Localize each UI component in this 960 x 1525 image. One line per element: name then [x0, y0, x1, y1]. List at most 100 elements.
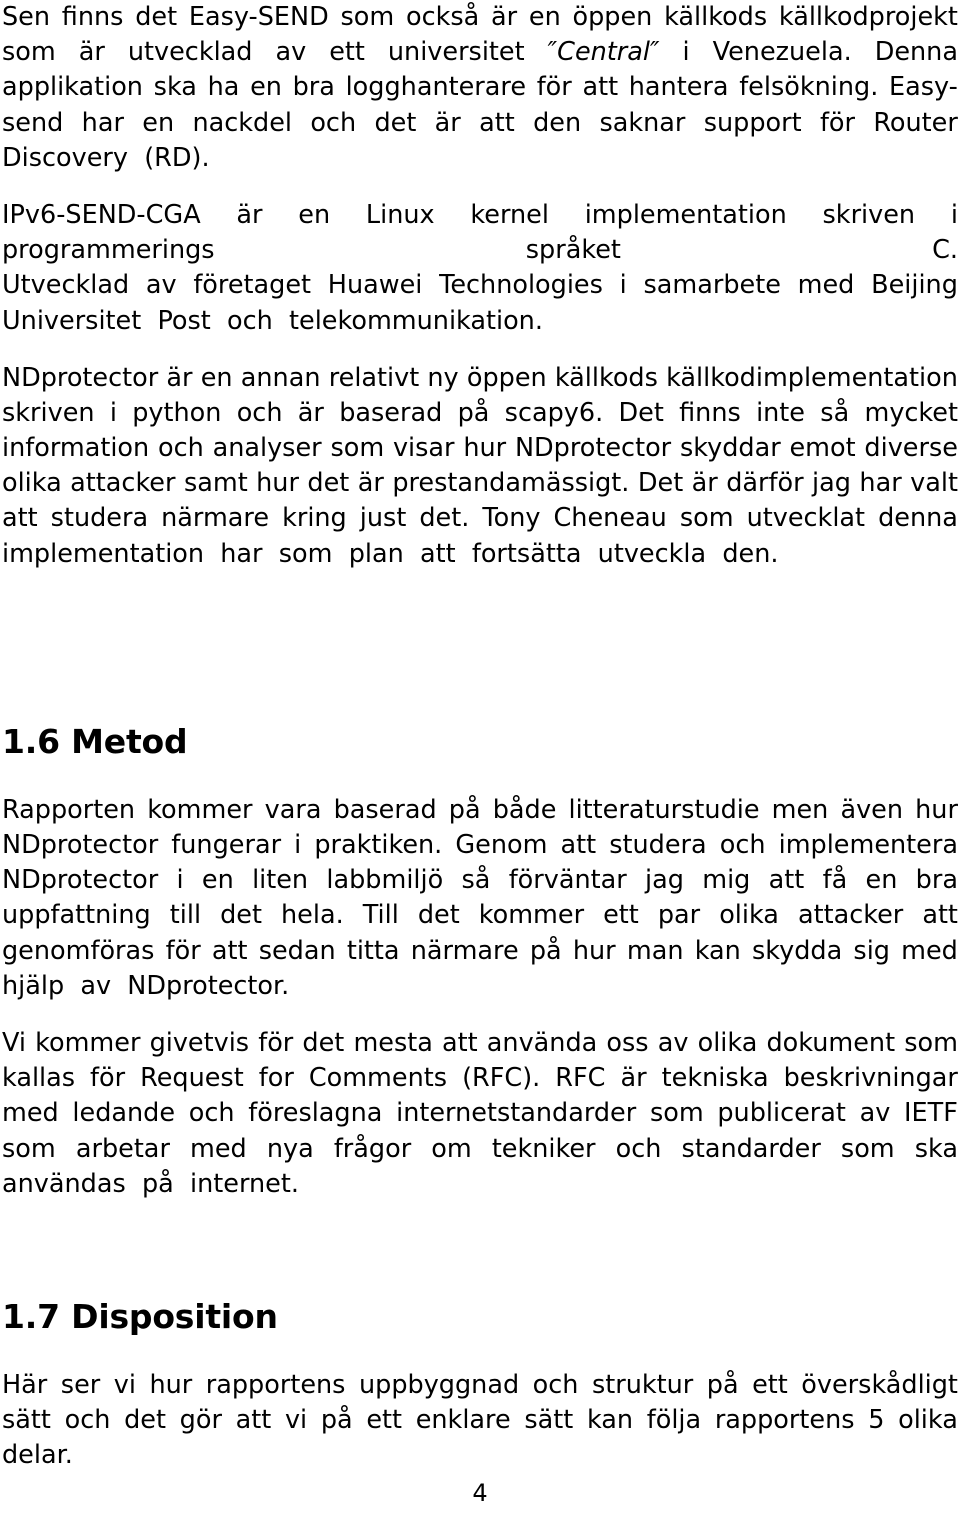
word: överskådligt — [801, 1369, 958, 1400]
word: är — [620, 1063, 647, 1094]
word: publicerat — [717, 1098, 846, 1129]
word: fortsätta — [471, 538, 590, 569]
word: Till — [362, 900, 399, 931]
word: samt — [183, 468, 248, 499]
word: som — [904, 1027, 958, 1058]
word: i — [109, 397, 117, 428]
heading-1-7-disposition: 1.7 Disposition — [2, 1296, 278, 1336]
word: utvecklad — [127, 37, 253, 68]
word: (RD). — [144, 142, 210, 173]
word: Genom — [455, 830, 548, 860]
word: och — [227, 305, 281, 336]
paragraph-ipv6-send-cga: IPv6-SEND-CGA är en Linux kernel implementati… — [2, 198, 958, 339]
word: Det — [618, 397, 664, 428]
heading-1-6-metod: 1.6 Metod — [2, 721, 188, 761]
word: det — [302, 1027, 345, 1058]
word: telekommunikation. — [289, 305, 543, 336]
word: struktur — [591, 1369, 694, 1400]
word: att — [442, 1027, 478, 1058]
word: som — [679, 503, 734, 534]
word: sätt — [524, 1405, 574, 1436]
document-page: Sen finns det Easy-SEND som också är en öppen käl… — [0, 0, 960, 1525]
word: är — [78, 37, 105, 68]
word: närmare — [161, 503, 270, 534]
word: därför — [726, 468, 804, 499]
text-line: applikation ska ha en bra logghanterare för att… — [2, 70, 958, 105]
word: använda — [486, 1027, 598, 1058]
word: hur — [256, 468, 299, 499]
word: har — [859, 468, 902, 499]
word: hjälp — [2, 970, 73, 1001]
word: olika — [2, 468, 62, 499]
word: att — [922, 900, 958, 931]
word: det — [124, 1405, 166, 1436]
word: både — [492, 794, 557, 825]
word: information — [2, 433, 150, 464]
word: förväntar — [508, 865, 627, 896]
word: Comments — [308, 1063, 448, 1094]
word: C. — [932, 235, 958, 266]
word: som — [330, 433, 385, 464]
word: Tony — [482, 503, 541, 534]
page-number: 4 — [472, 1479, 488, 1507]
word: valt — [910, 468, 958, 499]
word: är — [166, 362, 193, 393]
word: källkods — [664, 2, 768, 32]
word: öppen — [466, 362, 547, 393]
word: hantera — [628, 72, 729, 103]
text-line: sätt och det gör att vi på ett enklare sätt kan föl… — [2, 1403, 958, 1438]
word: visar — [392, 433, 455, 464]
word: är — [297, 397, 324, 428]
word: ett — [752, 1369, 788, 1400]
word: för — [90, 1063, 126, 1094]
word: är — [691, 468, 718, 499]
word: attacker — [797, 900, 904, 931]
word: kan — [694, 935, 741, 966]
word: man — [626, 935, 684, 966]
word: hur — [149, 1369, 193, 1400]
word: studera — [609, 830, 707, 860]
word: implementation — [584, 199, 787, 230]
word: sedan — [258, 935, 336, 966]
word: prestandamässigt. — [392, 468, 630, 499]
word: uppfattning — [2, 900, 151, 931]
word: Vi — [2, 1027, 26, 1058]
word: Request — [140, 1063, 244, 1094]
word: så — [461, 865, 491, 896]
word: tekniker — [491, 1133, 596, 1164]
word: Denna — [874, 37, 958, 68]
text-line: Vi kommer givetvis för det mesta att använda oss… — [2, 1026, 958, 1061]
word: ett — [603, 900, 639, 931]
word: som — [840, 1133, 895, 1164]
word: på — [320, 1405, 353, 1436]
word: kallas — [2, 1063, 76, 1094]
text-line: användas på internet. — [2, 1167, 958, 1202]
word: bra — [915, 865, 958, 896]
paragraph-metod-1: Rapporten kommer vara baserad på både litterat… — [2, 793, 958, 1004]
word: med — [2, 1098, 59, 1129]
word: så — [820, 397, 850, 428]
word: IPv6-SEND-CGA — [2, 199, 201, 230]
word: uppbyggnad — [358, 1369, 520, 1400]
word: ledande — [72, 1098, 176, 1129]
word: logghanterare — [345, 72, 527, 103]
word: Linux — [365, 199, 435, 230]
word: genomföras — [2, 935, 155, 966]
word: att — [582, 72, 619, 103]
word: att — [560, 830, 597, 860]
word: titta — [346, 935, 400, 966]
word: av — [859, 1098, 891, 1129]
word: är — [434, 107, 461, 138]
word: mycket — [864, 397, 958, 428]
word: IETF — [904, 1098, 958, 1129]
word: vi — [113, 1369, 136, 1400]
word: av — [80, 970, 120, 1001]
word: och — [188, 1098, 235, 1129]
word: programmerings — [2, 235, 215, 266]
word: nya — [266, 1133, 314, 1164]
word: även — [840, 794, 904, 825]
word: litteraturstudie — [568, 794, 760, 825]
word: for — [258, 1063, 294, 1094]
word: det — [135, 2, 178, 32]
